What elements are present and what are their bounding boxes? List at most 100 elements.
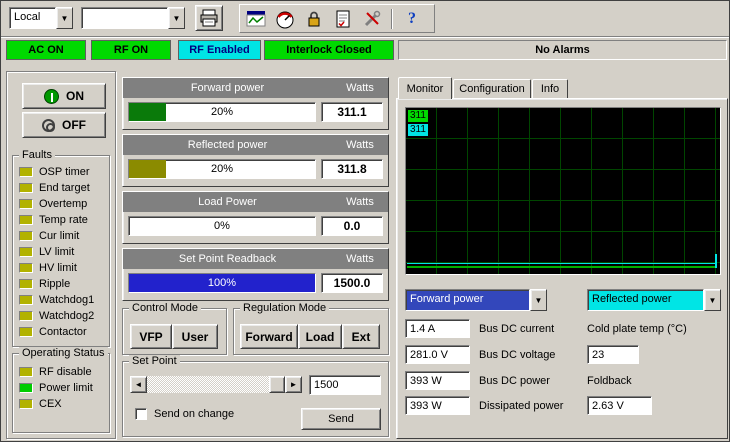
- fault-row: Watchdog1: [13, 292, 109, 308]
- tab-configuration-label: Configuration: [459, 83, 524, 95]
- fault-label: Overtemp: [39, 198, 87, 210]
- help-button[interactable]: ?: [399, 7, 425, 30]
- vfp-label: VFP: [139, 330, 162, 344]
- status-row: Power limit: [13, 380, 109, 396]
- scroll-right-icon[interactable]: ►: [285, 376, 302, 393]
- regulation-mode-group: Regulation Mode Forward Load Ext: [233, 308, 389, 355]
- rf-enabled-indicator: RF Enabled: [178, 40, 261, 60]
- status-label: RF disable: [39, 366, 92, 378]
- send-on-change-checkbox[interactable]: [135, 408, 147, 420]
- print-button[interactable]: [195, 5, 223, 31]
- gauge-button[interactable]: [272, 7, 298, 30]
- tab-configuration[interactable]: Configuration: [453, 79, 531, 98]
- rf-status-indicator: RF ON: [91, 40, 171, 60]
- fault-row: Watchdog2: [13, 308, 109, 324]
- fault-row: Contactor: [13, 324, 109, 340]
- local-remote-combo[interactable]: Local ▼: [9, 7, 73, 29]
- fault-led: [19, 279, 33, 289]
- operating-status-group: Operating Status RF disable Power limit …: [12, 353, 110, 433]
- chevron-down-icon[interactable]: ▼: [530, 289, 547, 311]
- set-point-scrollbar[interactable]: ◄ ►: [130, 376, 302, 393]
- fault-row: Ripple: [13, 276, 109, 292]
- gauge-set-point-readback: Set Point Readback Watts 100% 1500.0: [122, 248, 389, 301]
- tab-info-label: Info: [541, 83, 559, 95]
- fault-row: Cur limit: [13, 228, 109, 244]
- fault-label: HV limit: [39, 262, 77, 274]
- gauge-progressbar: 20%: [128, 159, 316, 179]
- ext-mode-button[interactable]: Ext: [342, 324, 380, 349]
- control-mode-group: Control Mode VFP User: [122, 308, 227, 355]
- trace1-combo[interactable]: Forward power ▼: [405, 289, 547, 311]
- rf-off-button[interactable]: OFF: [22, 112, 106, 138]
- fault-row: OSP timer: [13, 164, 109, 180]
- fault-row: HV limit: [13, 260, 109, 276]
- set-point-title: Set Point: [129, 355, 180, 367]
- status-label: Power limit: [39, 382, 93, 394]
- gauge-progressbar: 100%: [128, 273, 316, 293]
- chart-cursor: [715, 254, 717, 268]
- fault-led: [19, 263, 33, 273]
- gauge-unit: Watts: [332, 196, 388, 208]
- faults-group: Faults OSP timer End target Overtemp Tem…: [12, 155, 110, 347]
- tab-monitor[interactable]: Monitor: [398, 77, 452, 99]
- fault-row: Overtemp: [13, 196, 109, 212]
- regulation-mode-title: Regulation Mode: [240, 302, 329, 314]
- session-combo[interactable]: ▼: [81, 7, 185, 29]
- load-label: Load: [306, 330, 335, 344]
- gauge-icon: [275, 9, 295, 29]
- gauge-forward-power: Forward power Watts 20% 311.1: [122, 77, 389, 130]
- tab-info[interactable]: Info: [532, 79, 568, 98]
- scrollbar-thumb[interactable]: [269, 376, 285, 393]
- status-label: CEX: [39, 398, 62, 410]
- tools-button[interactable]: [359, 7, 385, 30]
- log-button[interactable]: [330, 7, 356, 30]
- rf-on-button[interactable]: ON: [22, 83, 106, 109]
- send-button[interactable]: Send: [301, 408, 381, 430]
- power-on-icon: [44, 89, 59, 104]
- gauge-value: 311.8: [321, 159, 383, 179]
- rf-generator-control-window: Local ▼ ▼: [0, 0, 730, 442]
- forward-mode-button[interactable]: Forward: [240, 324, 298, 349]
- fault-led: [19, 167, 33, 177]
- fault-row: Temp rate: [13, 212, 109, 228]
- reflected-trace-line: [407, 263, 716, 264]
- bus-dc-power-label: Bus DC power: [479, 375, 550, 387]
- scrollbar-track[interactable]: [147, 376, 285, 393]
- session-combo-value: [81, 7, 168, 29]
- scroll-left-icon[interactable]: ◄: [130, 376, 147, 393]
- chevron-down-icon[interactable]: ▼: [168, 7, 185, 29]
- status-led: [19, 399, 33, 409]
- fault-row: LV limit: [13, 244, 109, 260]
- fault-label: OSP timer: [39, 166, 90, 178]
- forward-label: Forward: [245, 330, 292, 344]
- fault-label: Contactor: [39, 326, 87, 338]
- fault-label: End target: [39, 182, 90, 194]
- fault-led: [19, 295, 33, 305]
- bus-dc-current-label: Bus DC current: [479, 323, 554, 335]
- tab-monitor-label: Monitor: [407, 83, 444, 95]
- strip-chart: 311 311: [405, 107, 721, 275]
- bus-dc-power-value: 393 W: [405, 371, 470, 390]
- trace2-combo[interactable]: Reflected power ▼: [587, 289, 721, 311]
- cold-plate-temp-label: Cold plate temp (°C): [587, 323, 687, 335]
- gauge-load-power: Load Power Watts 0% 0.0: [122, 191, 389, 244]
- vfp-mode-button[interactable]: VFP: [130, 324, 172, 349]
- chevron-down-icon[interactable]: ▼: [56, 7, 73, 29]
- gauge-unit: Watts: [332, 253, 388, 265]
- ac-status-indicator: AC ON: [6, 40, 86, 60]
- printer-icon: [199, 9, 219, 27]
- monitor-tab-page: 311 311 Forward power ▼ Reflected power …: [396, 98, 728, 439]
- alarms-panel: No Alarms: [398, 40, 727, 60]
- control-mode-title: Control Mode: [129, 302, 201, 314]
- fault-row: End target: [13, 180, 109, 196]
- chevron-down-icon[interactable]: ▼: [704, 289, 721, 311]
- lock-button[interactable]: [301, 7, 327, 30]
- set-point-input[interactable]: [309, 375, 381, 395]
- user-mode-button[interactable]: User: [172, 324, 218, 349]
- interlock-indicator: Interlock Closed: [264, 40, 394, 60]
- load-mode-button[interactable]: Load: [298, 324, 342, 349]
- set-point-group: Set Point ◄ ► Send on change Send: [122, 361, 389, 437]
- scope-button[interactable]: [243, 7, 269, 30]
- dissipated-power-label: Dissipated power: [479, 400, 563, 412]
- forward-trace-line: [407, 266, 716, 268]
